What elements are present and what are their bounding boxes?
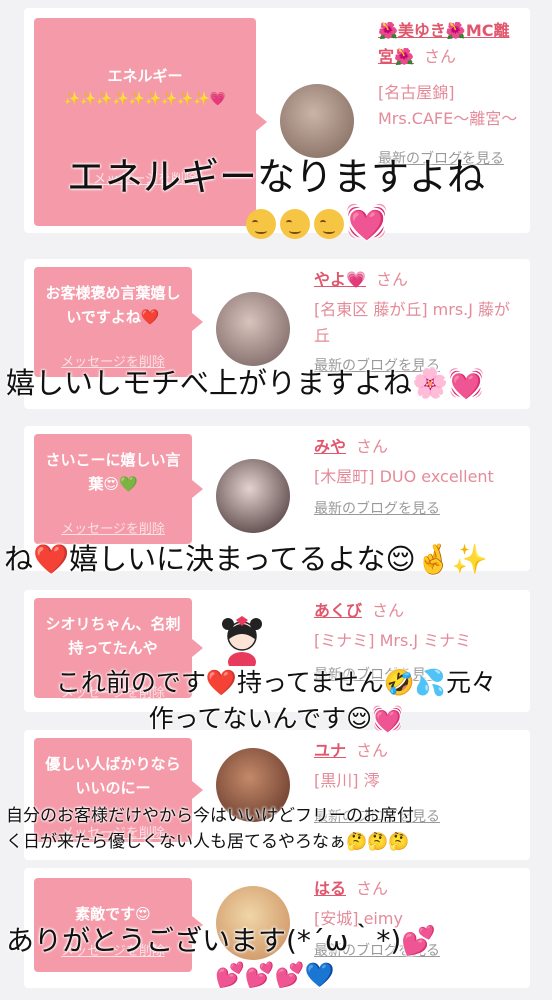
message-bubble: お客様褒め言葉嬉しいですよね❤️ メッセージを削除 [34,267,203,377]
overlay-caption: エネルギーなりますよね 💓 [0,152,552,242]
honorific: さん [356,879,389,898]
overlay-line: 💓 [0,202,552,242]
honorific: さん [375,270,408,289]
overlay-caption: 自分のお客様だけやから今はいいけどフリーのお席付 く日が来たら優しくない人も居て… [0,803,552,855]
delete-message-link[interactable]: メッセージを削除 [34,518,192,537]
message-text: 優しい人ばかりならいいのにー [45,755,181,797]
relieved-face-icon [245,208,276,239]
overlay-caption: これ前のです❤️持ってません🤣💦元々 作ってないんです😌💓 [0,665,552,737]
relieved-face-icon [279,208,310,239]
honorific: さん [423,47,456,66]
avatar[interactable] [216,292,290,366]
avatar[interactable] [216,614,268,666]
overlay-line: ありがとうございます(*´ω｀*)💕 [6,924,437,957]
sender-info: みや さん [木屋町] DUO excellent 最新のブログを見る [314,434,524,522]
overlay-caption: ね❤️嬉しいに決まってるよな😌🤞✨ [0,540,552,578]
message-text: エネルギー [107,67,183,85]
sender-name[interactable]: はる [314,879,346,898]
overlay-caption: ありがとうございます(*´ω｀*)💕 💕💕💕💙 [0,922,552,990]
heart-icon: 💓 [345,202,389,242]
overlay-line: 自分のお客様だけやから今はいいけどフリーのお席付 [6,806,414,826]
overlay-line: ね❤️嬉しいに決まってるよな😌🤞✨ [4,542,488,576]
overlay-line: 💕💕💕💙 [215,961,335,989]
sender-info: 🌺美ゆき🌺MC離宮🌺 さん [名古屋錦] Mrs.CAFE〜離宮〜 最新のブログを… [378,18,523,172]
message-bubble: さいこーに嬉しい言葉😍💚 メッセージを削除 [34,434,203,544]
shop-name[interactable]: [名古屋錦] Mrs.CAFE〜離宮〜 [378,80,523,132]
doll-icon [222,616,262,666]
overlay-line: 嬉しいしモチべ上がりますよね🌸💓 [6,366,485,400]
avatar[interactable] [216,459,290,533]
message-text: シオリちゃん、名刺持ってたんや [45,615,181,657]
sender-name[interactable]: やよ💗 [314,270,366,289]
message-emoji: ✨✨✨✨✨✨✨✨✨💗 [64,92,226,107]
relieved-face-icon [313,208,344,239]
shop-name[interactable]: [黒川] 澪 [314,768,524,794]
message-text: お客様褒め言葉嬉しいですよね❤️ [45,284,181,326]
shop-name[interactable]: [ミナミ] Mrs.J ミナミ [314,628,524,654]
avatar[interactable] [280,84,354,158]
sender-name[interactable]: あくび [314,601,362,620]
sender-info: やよ💗 さん [名東区 藤が丘] mrs.J 藤が丘 最新のブログを見る [314,267,524,379]
sender-name[interactable]: ユナ [314,741,346,760]
overlay-line: く日が来たら優しくない人も居てるやろなぁ🤔🤔🤔 [6,832,410,852]
shop-name[interactable]: [木屋町] DUO excellent [314,464,524,490]
overlay-line: 作ってないんです😌💓 [148,704,404,733]
sender-name[interactable]: みや [314,437,346,456]
overlay-line: これ前のです❤️持ってません🤣💦元々 [55,668,497,697]
overlay-line: エネルギーなりますよね [66,155,485,199]
honorific: さん [356,741,389,760]
overlay-caption: 嬉しいしモチべ上がりますよね🌸💓 [0,364,552,402]
message-text: さいこーに嬉しい言葉😍💚 [45,451,181,493]
blog-link[interactable]: 最新のブログを見る [314,496,524,522]
shop-name[interactable]: [名東区 藤が丘] mrs.J 藤が丘 [314,297,524,349]
honorific: さん [372,601,405,620]
honorific: さん [356,437,389,456]
